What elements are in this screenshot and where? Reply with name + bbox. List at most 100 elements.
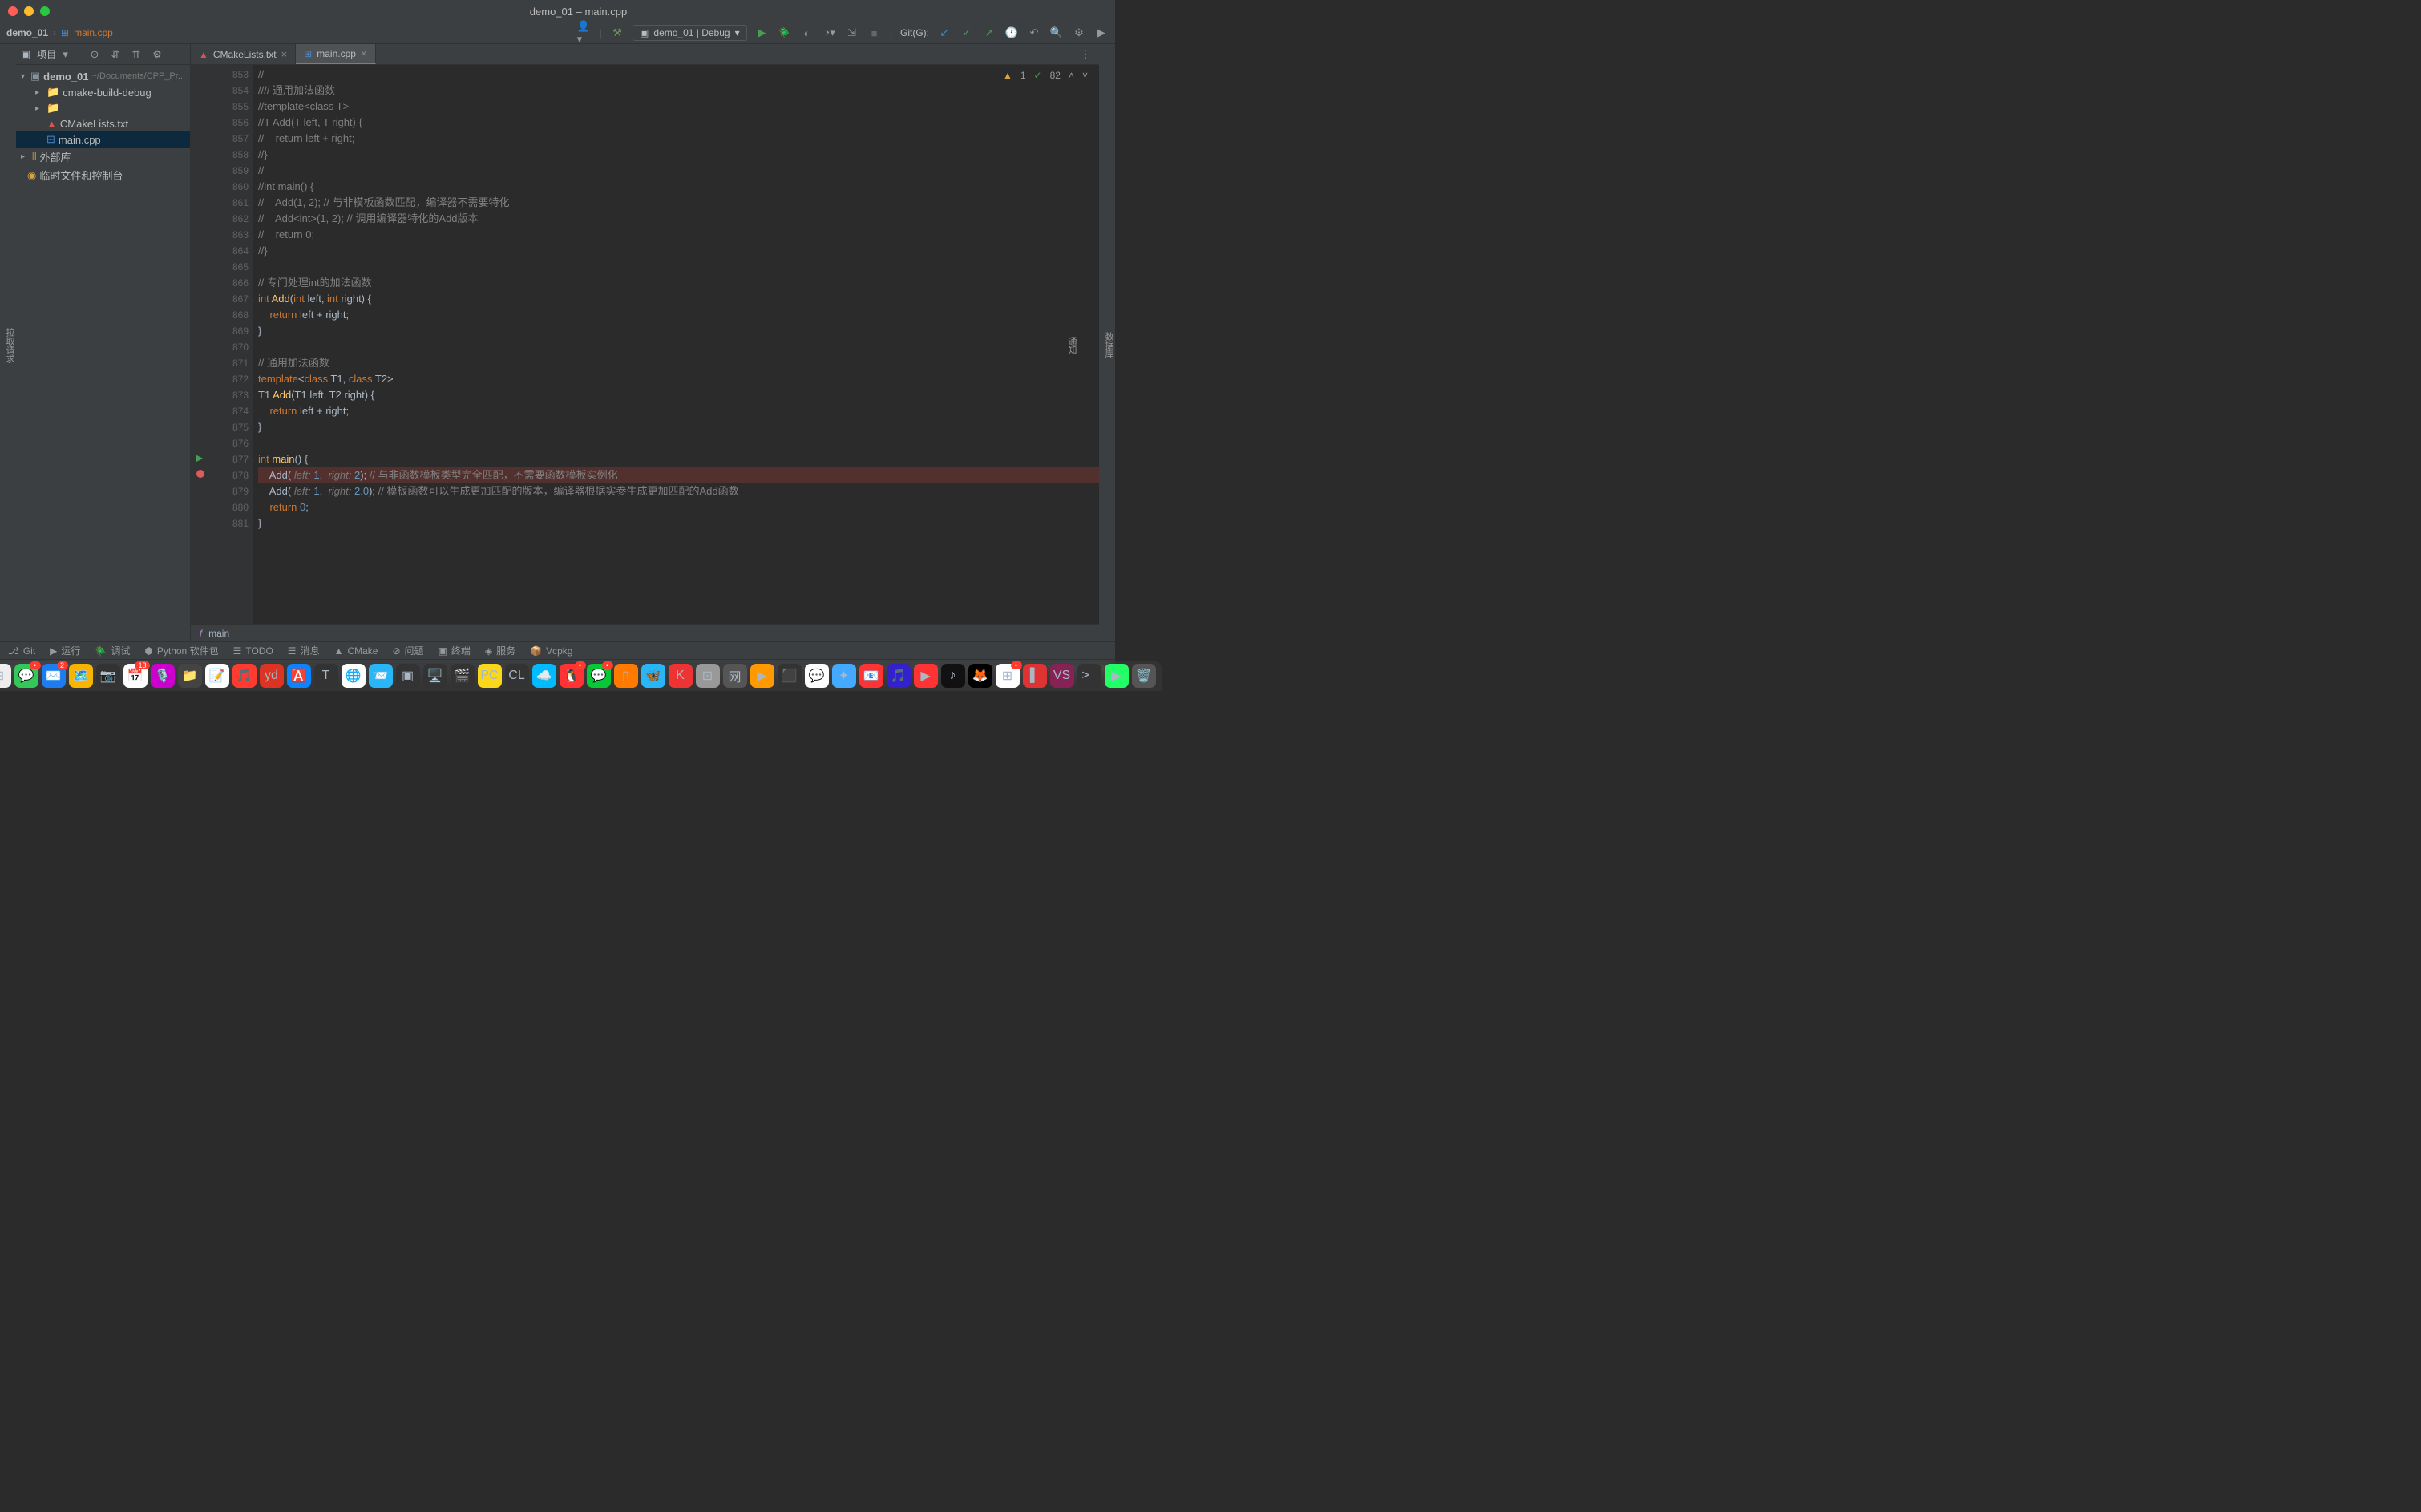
dock-app[interactable]: 🦊 xyxy=(968,664,992,688)
dock-app[interactable]: 🖥️ xyxy=(423,664,447,688)
attach-button[interactable]: ⇲ xyxy=(845,26,859,40)
dock-app[interactable]: ▣ xyxy=(396,664,420,688)
dock-app[interactable]: 📝 xyxy=(205,664,229,688)
dock-app[interactable]: 🦋 xyxy=(641,664,665,688)
breadcrumb-project[interactable]: demo_01 xyxy=(6,27,48,38)
settings-icon[interactable]: ⚙ xyxy=(1072,26,1086,40)
tab-menu-icon[interactable]: ⋮ xyxy=(1078,47,1093,62)
dock-app[interactable]: ▶ xyxy=(914,664,938,688)
dock-app[interactable]: 🎙️ xyxy=(151,664,175,688)
dock-app[interactable]: T xyxy=(314,664,338,688)
debug-button[interactable]: 🪲 xyxy=(778,26,792,40)
project-tree[interactable]: ▾ ▣ demo_01 ~/Documents/CPP_Pr... ▸ 📁 cm… xyxy=(16,65,190,188)
maximize-window-button[interactable] xyxy=(40,6,50,16)
dock-app[interactable]: ⊞ xyxy=(0,664,11,688)
tree-file-cpp[interactable]: ⊞ main.cpp xyxy=(16,131,190,148)
dock-app[interactable]: 📁 xyxy=(178,664,202,688)
breadcrumb-file[interactable]: main.cpp xyxy=(74,27,113,38)
dock-app[interactable]: CL xyxy=(505,664,529,688)
tree-scratches[interactable]: ◉ 临时文件和控制台 xyxy=(16,166,190,184)
tool-services[interactable]: ◈服务 xyxy=(485,644,515,657)
dock-app[interactable]: ⊞• xyxy=(996,664,1020,688)
dock-app[interactable]: 网 xyxy=(723,664,747,688)
dock-app[interactable]: ✉️2 xyxy=(42,664,66,688)
dock-app[interactable]: ⊡ xyxy=(696,664,720,688)
tool-vcpkg[interactable]: 📦Vcpkg xyxy=(530,645,572,657)
tool-debug[interactable]: 🪲调试 xyxy=(95,644,130,657)
inspection-widget[interactable]: ▲ 1 ✓ 82 ˄ ˅ xyxy=(1003,70,1088,81)
search-icon[interactable]: 🔍 xyxy=(1049,26,1064,40)
dock-app[interactable]: 🗺️ xyxy=(69,664,93,688)
select-opened-icon[interactable]: ⊙ xyxy=(87,47,102,62)
breakpoint-icon[interactable] xyxy=(196,470,204,478)
rail-pull-requests[interactable]: 拉取请求 xyxy=(3,328,16,363)
stop-button[interactable]: ■ xyxy=(867,26,882,40)
dock-app[interactable]: 🐧• xyxy=(560,664,584,688)
gear-icon[interactable]: ⚙ xyxy=(150,47,164,62)
tool-cmake[interactable]: ▲CMake xyxy=(334,645,378,657)
dock-app[interactable]: yd xyxy=(260,664,284,688)
user-icon[interactable]: 👤▾ xyxy=(577,26,592,40)
dock-app[interactable]: ▌ xyxy=(1023,664,1047,688)
dock-app[interactable]: ☁️ xyxy=(532,664,556,688)
macos-dock[interactable]: 🔍⊞💬•✉️2🗺️📷📅13🎙️📁📝🎵yd🅰️T🌐📨▣🖥️🎬PCCL☁️🐧•💬•▯… xyxy=(0,661,1162,691)
tab-main-cpp[interactable]: ⊞ main.cpp × xyxy=(296,44,375,64)
dock-app[interactable]: 💬• xyxy=(14,664,38,688)
git-commit-icon[interactable]: ✓ xyxy=(960,26,974,40)
tool-python[interactable]: ⬢Python 软件包 xyxy=(144,644,218,657)
dock-app[interactable]: 🎵 xyxy=(232,664,257,688)
tool-problems[interactable]: ⊘问题 xyxy=(392,644,423,657)
chevron-up-icon[interactable]: ˄ xyxy=(1069,70,1074,81)
run-gutter-icon[interactable]: ▶ xyxy=(196,452,203,463)
collapse-all-icon[interactable]: ⇈ xyxy=(129,47,143,62)
chevron-down-icon[interactable]: ˅ xyxy=(1082,70,1088,81)
tool-git[interactable]: ⎇Git xyxy=(8,645,35,657)
tree-folder[interactable]: ▸ 📁 cmake-build-debug xyxy=(16,84,190,100)
chevron-down-icon[interactable]: ▾ xyxy=(63,48,68,61)
dock-app[interactable]: 🎬 xyxy=(451,664,475,688)
dock-app[interactable]: 📷 xyxy=(96,664,120,688)
git-rollback-icon[interactable]: ↶ xyxy=(1027,26,1041,40)
expand-all-icon[interactable]: ⇵ xyxy=(108,47,123,62)
dock-app[interactable]: ✦ xyxy=(832,664,856,688)
rail-database[interactable]: 数据库 xyxy=(1102,332,1115,358)
dock-app[interactable]: 🗑️ xyxy=(1132,664,1156,688)
dock-app[interactable]: 🅰️ xyxy=(287,664,311,688)
close-window-button[interactable] xyxy=(8,6,18,16)
tab-cmakelists[interactable]: ▲ CMakeLists.txt × xyxy=(191,44,296,64)
tool-messages[interactable]: ☰消息 xyxy=(288,644,320,657)
close-tab-icon[interactable]: × xyxy=(361,47,367,59)
tool-terminal[interactable]: ▣终端 xyxy=(439,644,471,657)
dock-app[interactable]: ♪ xyxy=(941,664,965,688)
git-push-icon[interactable]: ↗ xyxy=(982,26,996,40)
tool-todo[interactable]: ☰TODO xyxy=(233,645,273,657)
editor-breadcrumb-bar[interactable]: ƒ main xyxy=(191,624,1099,641)
git-pull-icon[interactable]: ↙ xyxy=(937,26,952,40)
dock-app[interactable]: 📨 xyxy=(369,664,393,688)
tree-root[interactable]: ▾ ▣ demo_01 ~/Documents/CPP_Pr... xyxy=(16,68,190,84)
breadcrumb[interactable]: demo_01 › ⊞ main.cpp xyxy=(6,27,113,38)
dock-app[interactable]: ▶ xyxy=(1105,664,1129,688)
tree-file-cmake[interactable]: ▲ CMakeLists.txt xyxy=(16,116,190,131)
hammer-icon[interactable]: ⚒ xyxy=(610,26,624,40)
dock-app[interactable]: 💬 xyxy=(805,664,829,688)
dock-app[interactable]: ▯ xyxy=(614,664,638,688)
close-tab-icon[interactable]: × xyxy=(281,48,288,60)
dock-app[interactable]: >_ xyxy=(1077,664,1101,688)
minimize-window-button[interactable] xyxy=(24,6,34,16)
dock-app[interactable]: 📅13 xyxy=(123,664,148,688)
code-editor[interactable]: ////// 通用加法函数//template<class T>//T Add(… xyxy=(253,65,1099,624)
tree-folder[interactable]: ▸ 📁 xyxy=(16,100,190,116)
editor-body[interactable]: ▶ 85385485585685785885986086186286386486… xyxy=(191,65,1099,624)
dock-app[interactable]: PC xyxy=(478,664,502,688)
run-config-selector[interactable]: ▣ demo_01 | Debug ▾ xyxy=(633,25,747,41)
jetbrains-icon[interactable]: ▶ xyxy=(1094,26,1109,40)
dock-app[interactable]: K xyxy=(669,664,693,688)
run-button[interactable]: ▶ xyxy=(755,26,770,40)
dock-app[interactable]: 📧 xyxy=(859,664,883,688)
dock-app[interactable]: ▶ xyxy=(750,664,774,688)
dock-app[interactable]: VS xyxy=(1050,664,1074,688)
tree-external-libraries[interactable]: ▸ ⫴ 外部库 xyxy=(16,148,190,166)
line-gutter[interactable]: 8538548558568578588598608618628638648658… xyxy=(210,65,253,624)
coverage-button[interactable]: ◐ xyxy=(800,26,814,40)
